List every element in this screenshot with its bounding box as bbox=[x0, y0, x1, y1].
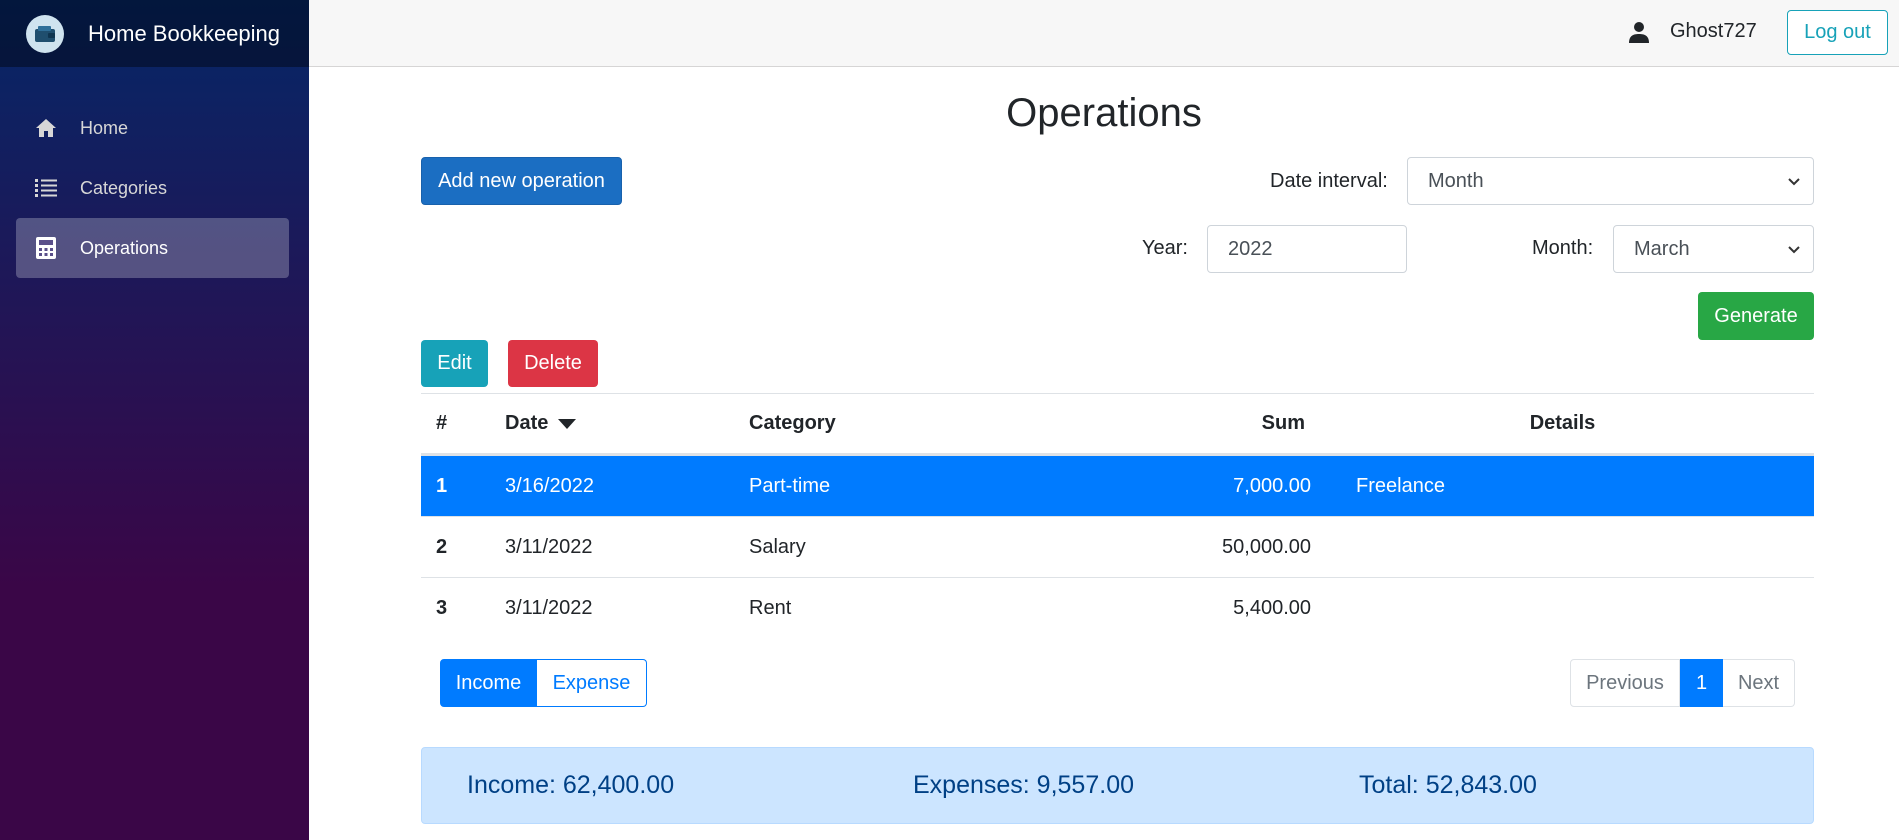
sidebar: Home Bookkeeping Home Categories Operati… bbox=[0, 0, 309, 840]
summary-panel: Income: 62,400.00 Expenses: 9,557.00 Tot… bbox=[421, 747, 1814, 824]
current-page-button[interactable]: 1 bbox=[1680, 659, 1723, 707]
username: Ghost727 bbox=[1670, 20, 1757, 42]
generate-button[interactable]: Generate bbox=[1698, 292, 1814, 340]
app-title[interactable]: Home Bookkeeping bbox=[88, 21, 280, 47]
sidebar-item-label: Categories bbox=[80, 177, 168, 198]
header-category: Category bbox=[749, 412, 836, 434]
header-details: Details bbox=[1529, 412, 1596, 434]
income-total: Income: 62,400.00 bbox=[467, 771, 675, 799]
calculator-icon bbox=[34, 236, 58, 260]
edit-button[interactable]: Edit bbox=[421, 340, 488, 387]
brand: Home Bookkeeping bbox=[0, 0, 309, 67]
row-date: 3/11/2022 bbox=[505, 596, 593, 619]
next-page-button[interactable]: Next bbox=[1723, 659, 1795, 707]
add-operation-button[interactable]: Add new operation bbox=[421, 157, 622, 205]
sidebar-item-label: Operations bbox=[80, 237, 169, 258]
row-sum: 7,000.00 bbox=[1233, 474, 1311, 497]
page-title: Operations bbox=[1006, 91, 1202, 135]
main-content: Operations Add new operation Date interv… bbox=[309, 67, 1899, 840]
row-date: 3/16/2022 bbox=[505, 474, 594, 497]
row-num: 2 bbox=[436, 535, 448, 558]
sidebar-nav: Home Categories Operations bbox=[0, 67, 309, 278]
chevron-down-icon bbox=[1788, 178, 1800, 186]
header-date[interactable]: Date bbox=[505, 412, 749, 435]
date-interval-label: Date interval: bbox=[1270, 170, 1388, 192]
month-label: Month: bbox=[1532, 237, 1594, 259]
previous-page-button[interactable]: Previous bbox=[1570, 659, 1680, 707]
year-input[interactable]: 2022 bbox=[1207, 225, 1407, 273]
logout-button[interactable]: Log out bbox=[1787, 10, 1888, 55]
type-toggle: Income Expense bbox=[440, 659, 647, 707]
row-num: 3 bbox=[436, 596, 448, 619]
header-sum: Sum bbox=[1261, 412, 1305, 434]
row-num: 1 bbox=[436, 474, 448, 497]
sidebar-item-home[interactable]: Home bbox=[16, 98, 289, 158]
table-row[interactable]: 3 3/11/2022 Rent 5,400.00 bbox=[421, 577, 1814, 638]
date-interval-value: Month bbox=[1428, 169, 1484, 192]
pagination: Previous 1 Next bbox=[1570, 659, 1795, 707]
sidebar-item-operations[interactable]: Operations bbox=[16, 218, 289, 278]
date-interval-select[interactable]: Month bbox=[1407, 157, 1814, 205]
header-date-label: Date bbox=[505, 412, 549, 434]
month-value: March bbox=[1634, 237, 1690, 260]
row-date: 3/11/2022 bbox=[505, 535, 593, 558]
row-category: Part-time bbox=[749, 474, 831, 497]
sort-desc-icon bbox=[558, 418, 577, 429]
list-icon bbox=[34, 176, 58, 200]
header-num: # bbox=[436, 412, 448, 434]
expense-toggle-button[interactable]: Expense bbox=[537, 659, 647, 707]
operations-table: # Date Category Sum Details 1 3/16/2022 … bbox=[421, 393, 1814, 638]
row-sum: 50,000.00 bbox=[1222, 535, 1311, 558]
expenses-total: Expenses: 9,557.00 bbox=[913, 771, 1134, 799]
top-bar: Ghost727 Log out bbox=[309, 0, 1899, 67]
month-select[interactable]: March bbox=[1613, 225, 1814, 273]
net-total: Total: 52,843.00 bbox=[1359, 771, 1537, 799]
year-value: 2022 bbox=[1228, 237, 1273, 260]
table-row[interactable]: 2 3/11/2022 Salary 50,000.00 bbox=[421, 516, 1814, 577]
home-icon bbox=[34, 116, 58, 140]
row-details: Freelance bbox=[1356, 474, 1445, 497]
delete-button[interactable]: Delete bbox=[508, 340, 598, 387]
row-category: Salary bbox=[749, 535, 806, 558]
sidebar-item-categories[interactable]: Categories bbox=[16, 158, 289, 218]
table-row[interactable]: 1 3/16/2022 Part-time 7,000.00 Freelance bbox=[421, 455, 1814, 516]
sidebar-item-label: Home bbox=[80, 117, 129, 138]
chevron-down-icon bbox=[1788, 246, 1800, 254]
row-sum: 5,400.00 bbox=[1233, 596, 1311, 619]
year-label: Year: bbox=[1142, 237, 1188, 259]
table-header-row: # Date Category Sum Details bbox=[421, 393, 1814, 455]
wallet-icon bbox=[26, 14, 64, 53]
row-category: Rent bbox=[749, 596, 792, 619]
user-icon bbox=[1628, 21, 1652, 45]
income-toggle-button[interactable]: Income bbox=[440, 659, 537, 707]
